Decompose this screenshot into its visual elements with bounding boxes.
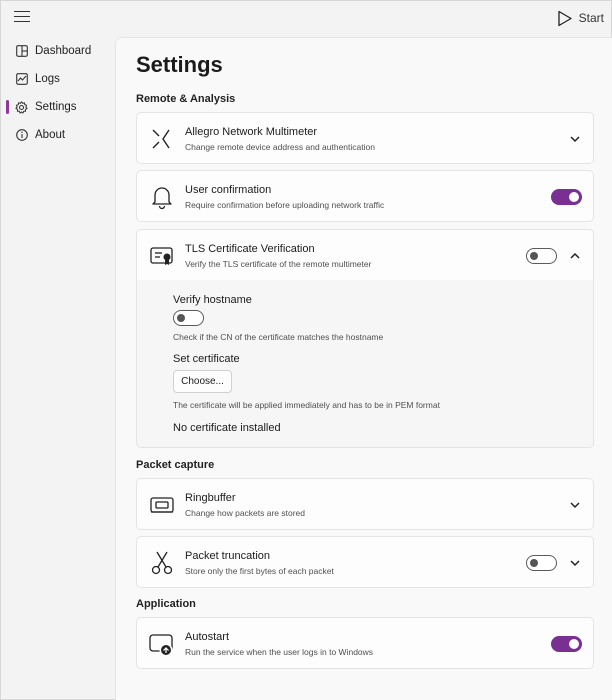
choose-certificate-button[interactable]: Choose... <box>173 370 232 393</box>
nav-item-about[interactable]: About <box>1 121 115 149</box>
section-application: Application <box>136 598 196 610</box>
ringbuffer-icon <box>150 497 174 513</box>
chevron-up-icon[interactable] <box>568 249 582 263</box>
certificate-help: The certificate will be applied immediat… <box>173 400 440 410</box>
card-ringbuffer[interactable]: Ringbuffer Change how packets are stored <box>136 478 594 530</box>
packet-truncation-toggle[interactable] <box>526 555 557 571</box>
card-title: Allegro Network Multimeter <box>185 126 318 138</box>
chevron-down-icon[interactable] <box>568 556 582 570</box>
verify-hostname-toggle[interactable] <box>173 310 204 326</box>
card-title: Packet truncation <box>185 550 270 562</box>
settings-page: Settings Remote & Analysis Allegro Netwo… <box>115 37 612 700</box>
app-window: Start Dashboard Logs Settings About Sett… <box>0 0 612 700</box>
section-remote-analysis: Remote & Analysis <box>136 93 236 105</box>
user-confirmation-toggle[interactable] <box>551 189 582 205</box>
section-packet-capture: Packet capture <box>136 459 215 471</box>
logs-icon <box>15 73 28 86</box>
nav-label: About <box>35 129 66 141</box>
card-title: Ringbuffer <box>185 492 236 504</box>
start-button[interactable]: Start <box>557 8 604 28</box>
tls-expanded-panel: Verify hostname Check if the CN of the c… <box>136 280 594 448</box>
autostart-toggle[interactable] <box>551 636 582 652</box>
card-packet-truncation[interactable]: Packet truncation Store only the first b… <box>136 536 594 588</box>
certificate-status: No certificate installed <box>173 422 281 434</box>
nav-item-settings[interactable]: Settings <box>1 93 115 121</box>
card-tls-verification[interactable]: TLS Certificate Verification Verify the … <box>136 229 594 281</box>
certificate-icon <box>150 247 173 265</box>
gear-icon <box>15 100 28 114</box>
card-subtitle: Run the service when the user logs in to… <box>185 647 374 657</box>
dashboard-icon <box>15 45 28 58</box>
card-user-confirmation: User confirmation Require confirmation b… <box>136 170 594 222</box>
verify-hostname-help: Check if the CN of the certificate match… <box>173 332 384 342</box>
card-title: TLS Certificate Verification <box>185 243 315 255</box>
card-subtitle: Verify the TLS certificate of the remote… <box>185 259 372 269</box>
card-subtitle: Change how packets are stored <box>185 508 306 518</box>
nav-label: Logs <box>35 73 60 85</box>
page-title: Settings <box>136 52 223 77</box>
sidebar-nav: Dashboard Logs Settings About <box>1 37 115 149</box>
start-label: Start <box>578 11 604 25</box>
card-multimeter[interactable]: Allegro Network Multimeter Change remote… <box>136 112 594 164</box>
network-icon <box>152 129 170 149</box>
hamburger-menu-icon[interactable] <box>14 11 30 25</box>
play-icon <box>558 10 572 26</box>
chevron-down-icon[interactable] <box>568 498 582 512</box>
card-subtitle: Store only the first bytes of each packe… <box>185 566 334 576</box>
card-title: Autostart <box>185 631 230 643</box>
nav-label: Settings <box>35 101 77 113</box>
autostart-icon <box>149 634 173 657</box>
set-certificate-label: Set certificate <box>173 353 240 365</box>
chevron-down-icon[interactable] <box>568 132 582 146</box>
nav-item-dashboard[interactable]: Dashboard <box>1 37 115 65</box>
card-title: User confirmation <box>185 184 272 196</box>
card-subtitle: Require confirmation before uploading ne… <box>185 200 385 210</box>
bell-icon <box>152 187 172 210</box>
info-icon <box>15 129 28 142</box>
tls-verification-toggle[interactable] <box>526 248 557 264</box>
scissors-icon <box>151 551 173 575</box>
verify-hostname-label: Verify hostname <box>173 294 252 306</box>
card-subtitle: Change remote device address and authent… <box>185 142 375 152</box>
card-autostart: Autostart Run the service when the user … <box>136 617 594 669</box>
nav-label: Dashboard <box>35 45 92 57</box>
nav-item-logs[interactable]: Logs <box>1 65 115 93</box>
